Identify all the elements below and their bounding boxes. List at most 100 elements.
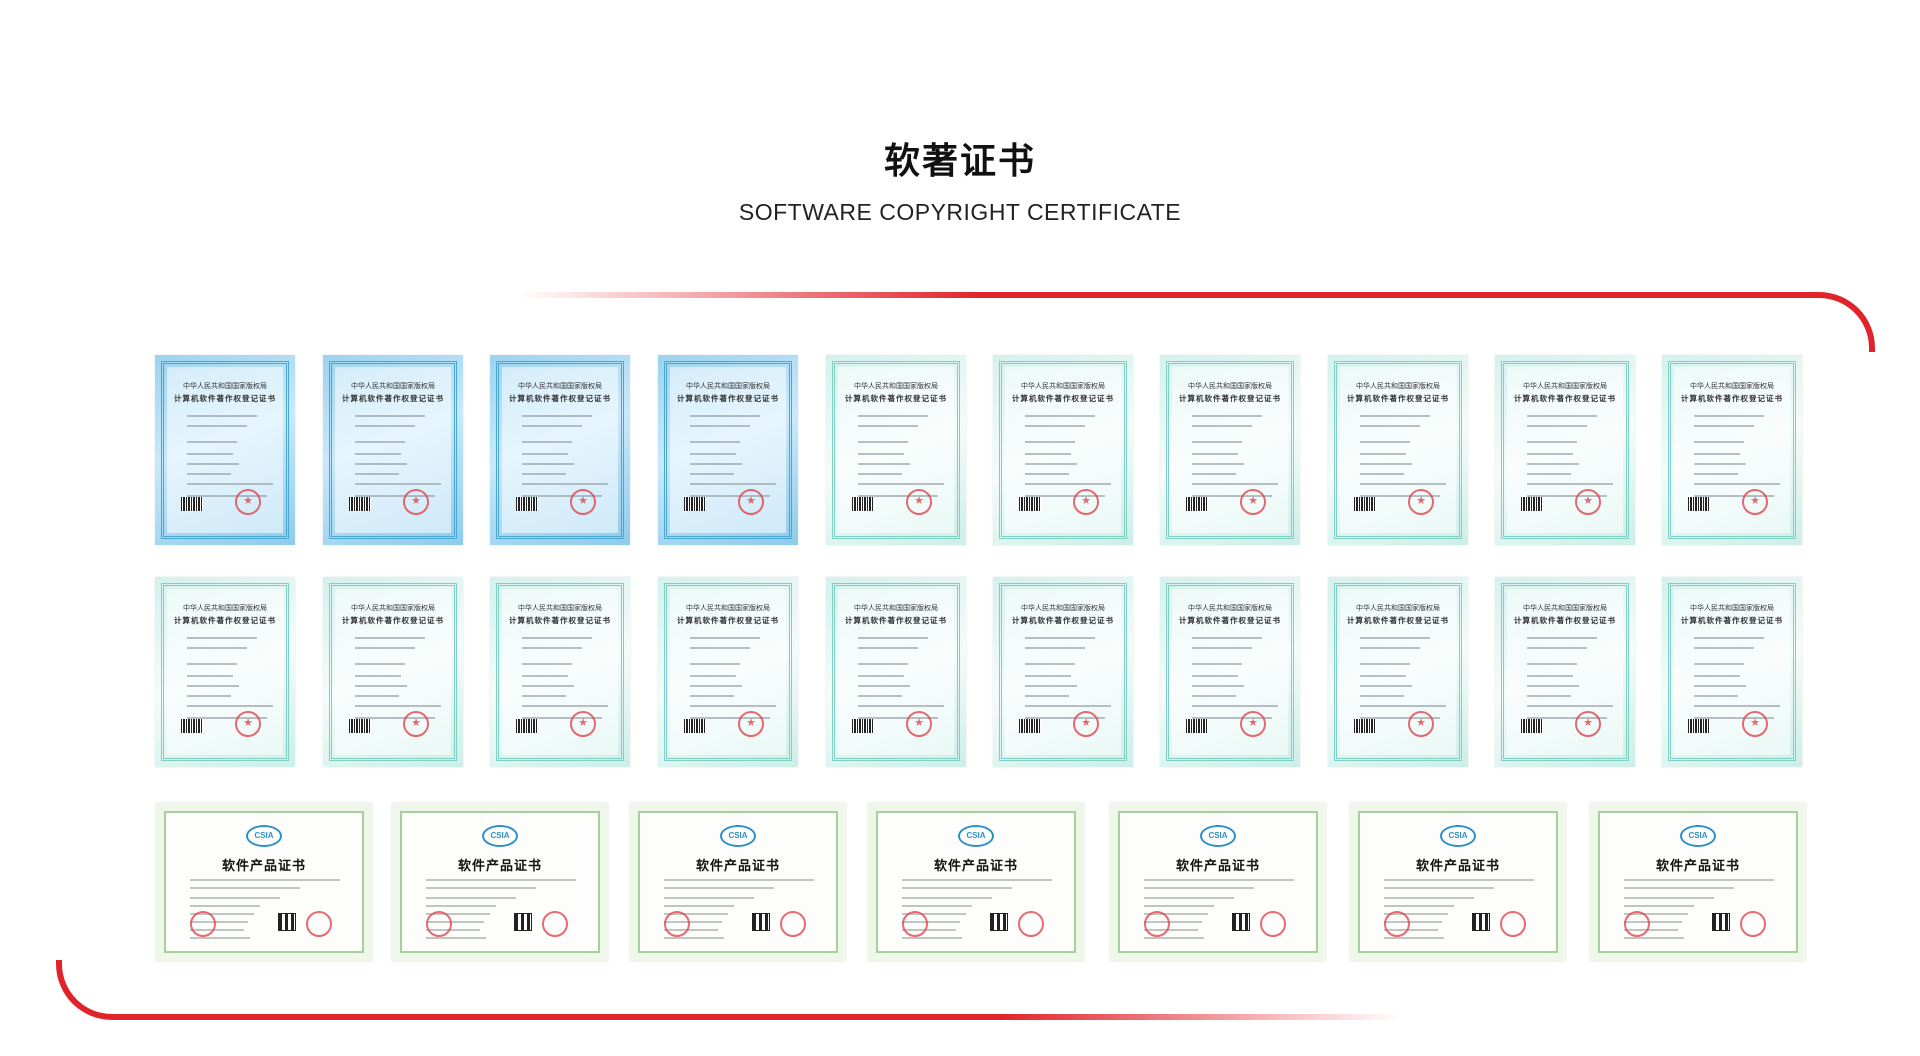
certificate-text-line (664, 905, 734, 907)
product-certificate-title: 软件产品证书 (1655, 859, 1740, 874)
certificate-border: CSIA 软件产品证书 (1358, 811, 1558, 953)
certificate-text-line (1360, 695, 1404, 697)
copyright-certificate: 中华人民共和国国家版权局 计算机软件著作权登记证书 (490, 355, 630, 545)
certificate-text-line (1527, 415, 1597, 417)
product-certificate-title: 软件产品证书 (695, 859, 780, 874)
certificate-text-line (1384, 937, 1444, 939)
certificate-text-line (1384, 905, 1454, 907)
certificate-title: 计算机软件著作权登记证书 (1347, 394, 1449, 403)
certificate-text-line (1192, 675, 1238, 677)
copyright-certificate: 中华人民共和国国家版权局 计算机软件著作权登记证书 (323, 577, 463, 767)
certificate-text-line (1527, 463, 1579, 465)
certificate-text-line (355, 663, 405, 665)
barcode-icon (1354, 497, 1376, 511)
certificate-text-line (1360, 425, 1420, 427)
certificate-text-line (1025, 675, 1071, 677)
certificate-issuer: 中华人民共和国国家版权局 (518, 604, 602, 612)
certificate-text-line (522, 463, 574, 465)
certificate-text-line (522, 473, 566, 475)
certificate-border: CSIA 软件产品证书 (400, 811, 600, 953)
certificate-title: 计算机软件著作权登记证书 (1681, 394, 1783, 403)
certificate-text-line (858, 663, 908, 665)
certificate-issuer: 中华人民共和国国家版权局 (1356, 382, 1440, 390)
barcode-icon (852, 719, 874, 733)
certificate-title: 计算机软件著作权登记证书 (509, 394, 611, 403)
certificate-text-line (1025, 685, 1077, 687)
csia-logo-icon: CSIA (720, 825, 756, 847)
official-seal-icon (1500, 911, 1526, 937)
certificate-title: 计算机软件著作权登记证书 (1179, 616, 1281, 625)
certificate-text-line (1360, 441, 1410, 443)
certificate-issuer: 中华人民共和国国家版权局 (854, 604, 938, 612)
qr-code-icon (990, 913, 1008, 931)
certificate-text-line (1360, 415, 1430, 417)
certificate-text-line (187, 453, 233, 455)
certificate-text-line (190, 905, 260, 907)
copyright-certificate: 中华人民共和国国家版权局计算机软件著作权登记证书 (1328, 355, 1468, 545)
official-seal-icon (1073, 711, 1099, 737)
copyright-certificate: 中华人民共和国国家版权局 计算机软件著作权登记证书 (658, 577, 798, 767)
certificate-issuer: 中华人民共和国国家版权局 (1021, 604, 1105, 612)
certificate-text-line (858, 705, 944, 707)
copyright-certificate: 中华人民共和国国家版权局 计算机软件著作权登记证书 (490, 577, 630, 767)
certificate-text-line (1694, 425, 1754, 427)
certificate-text-line (1694, 415, 1764, 417)
certificate-text-line (426, 897, 516, 899)
copyright-certificate: 中华人民共和国国家版权局 计算机软件著作权登记证书 (658, 355, 798, 545)
certificate-issuer: 中华人民共和国国家版权局 (1690, 604, 1774, 612)
official-seal-icon (1742, 489, 1768, 515)
certificate-text-line (355, 415, 425, 417)
certificate-title: 计算机软件著作权登记证书 (1012, 616, 1114, 625)
certificate-issuer: 中华人民共和国国家版权局 (1021, 382, 1105, 390)
certificate-text-line (1527, 705, 1613, 707)
barcode-icon (1688, 497, 1710, 511)
certificate-text-line (1694, 441, 1744, 443)
barcode-icon (1521, 719, 1543, 733)
barcode-icon (516, 497, 538, 511)
certificate-text-line (1144, 879, 1294, 881)
certificate-body: 中华人民共和国国家版权局 计算机软件著作权登记证书 (1507, 589, 1623, 755)
official-seal-icon (542, 911, 568, 937)
certificate-title: 计算机软件著作权登记证书 (1514, 394, 1616, 403)
official-seal-icon (190, 911, 216, 937)
certificate-text-line (1025, 663, 1075, 665)
certificate-title: 计算机软件著作权登记证书 (1347, 616, 1449, 625)
certificate-body: 中华人民共和国国家版权局 计算机软件著作权登记证书 (838, 589, 954, 755)
qr-code-icon (752, 913, 770, 931)
certificate-title: 计算机软件著作权登记证书 (342, 394, 444, 403)
certificate-title: 计算机软件著作权登记证书 (174, 394, 276, 403)
certificate-text-line (858, 647, 918, 649)
copyright-certificate: 中华人民共和国国家版权局 计算机软件著作权登记证书 (1495, 577, 1635, 767)
section-title: 软著证书 (883, 141, 1036, 182)
certificate-text-line (1527, 425, 1587, 427)
certificate-body: 中华人民共和国国家版权局 计算机软件著作权登记证书 (502, 589, 618, 755)
certificate-text-line (858, 463, 910, 465)
certificate-text-line (1192, 463, 1244, 465)
certificate-text-line (1144, 887, 1254, 889)
csia-logo-icon: CSIA (246, 825, 282, 847)
certificate-text-line (690, 425, 750, 427)
certificate-body: 中华人民共和国国家版权局 计算机软件著作权登记证书 (838, 367, 954, 533)
certificate-text-line (1360, 647, 1420, 649)
certificate-text-line (1384, 879, 1534, 881)
official-seal-icon (664, 911, 690, 937)
certificate-text-line (522, 647, 582, 649)
official-seal-icon (1240, 489, 1266, 515)
certificate-text-line (1624, 905, 1694, 907)
certificate-title: 计算机软件著作权登记证书 (677, 616, 779, 625)
certificate-text-line (355, 453, 401, 455)
official-seal-icon (1073, 489, 1099, 515)
csia-logo-icon: CSIA (1680, 825, 1716, 847)
product-certificate-title: 软件产品证书 (1175, 859, 1260, 874)
copyright-certificate: 中华人民共和国国家版权局 计算机软件著作权登记证书 (323, 355, 463, 545)
certificate-text-line (187, 695, 231, 697)
certificate-text-line (1360, 705, 1446, 707)
certificate-body: 中华人民共和国国家版权局 计算机软件著作权登记证书 (167, 589, 283, 755)
certificate-issuer: 中华人民共和国国家版权局 (183, 382, 267, 390)
certificate-text-line (1694, 637, 1764, 639)
certificate-issuer: 中华人民共和国国家版权局 (1356, 604, 1440, 612)
official-seal-icon (235, 711, 261, 737)
certificate-text-line (1384, 887, 1494, 889)
certificate-title: 计算机软件著作权登记证书 (1514, 616, 1616, 625)
official-seal-icon (570, 711, 596, 737)
